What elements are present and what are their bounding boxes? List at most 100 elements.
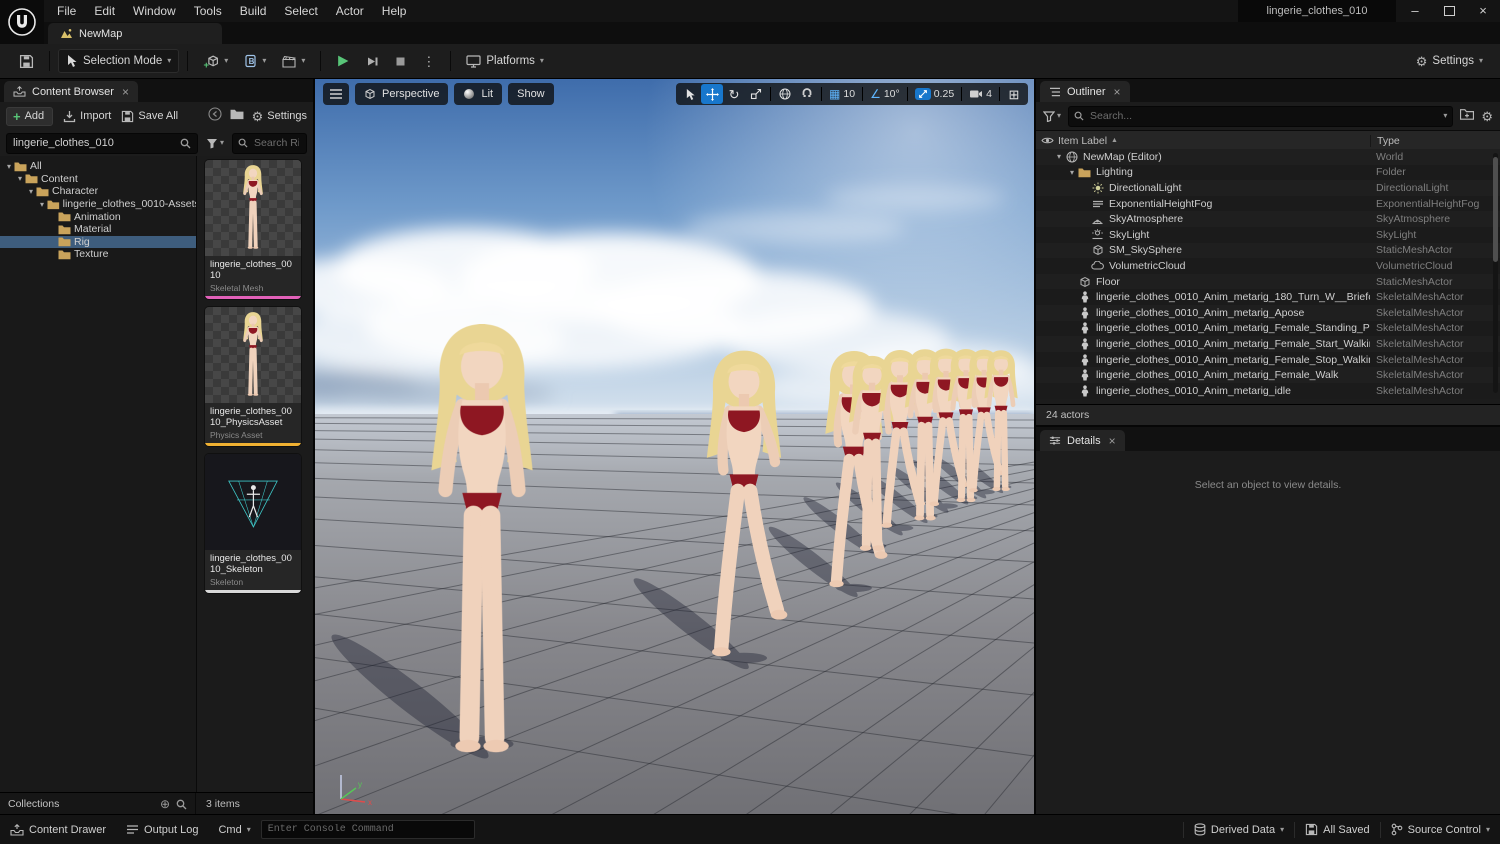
asset-search-box[interactable] <box>232 132 307 154</box>
unreal-logo[interactable] <box>0 0 44 44</box>
rotation-snap-control[interactable]: ∠ 10° <box>866 88 904 100</box>
camera-speed-control[interactable]: 4 <box>965 88 996 100</box>
asset-card-lingerie-clothes-0010[interactable]: lingerie_clothes_0010 Skeletal Mesh <box>205 160 301 299</box>
derived-data-button[interactable]: Derived Data ▾ <box>1184 815 1294 844</box>
tree-item-character[interactable]: ▾ Character <box>0 185 196 198</box>
content-drawer-button[interactable]: Content Drawer <box>0 815 116 844</box>
outliner-search-input[interactable] <box>1088 109 1440 123</box>
source-control-button[interactable]: Source Control ▾ <box>1381 815 1500 844</box>
outliner-scrollbar[interactable] <box>1493 153 1498 393</box>
save-all-button[interactable]: Save All <box>121 110 178 123</box>
viewport-options-menu[interactable] <box>323 83 349 105</box>
expanded-caret-icon[interactable]: ▾ <box>37 200 47 209</box>
history-back-button[interactable] <box>208 106 222 126</box>
perspective-dropdown[interactable]: Perspective <box>355 83 449 105</box>
outliner-settings-button[interactable]: ⚙ <box>1481 110 1493 123</box>
outliner-row-newmap-editor[interactable]: ▾ NewMap (Editor) World <box>1036 149 1500 165</box>
expanded-caret-icon[interactable]: ▾ <box>4 162 14 171</box>
tree-item-all[interactable]: ▾ All <box>0 160 196 173</box>
tree-item-rig[interactable]: Rig <box>0 235 196 249</box>
outliner-row-lingerie-clothes-0010-anim-metarig-femal[interactable]: lingerie_clothes_0010_Anim_metarig_Femal… <box>1036 351 1500 368</box>
save-button[interactable] <box>12 50 41 73</box>
selection-mode-dropdown[interactable]: Selection Mode ▾ <box>58 49 180 73</box>
cmd-dropdown[interactable]: Cmd ▾ <box>208 815 260 844</box>
play-button[interactable] <box>329 50 357 72</box>
minimize-button[interactable]: – <box>1398 0 1432 22</box>
console-command-input[interactable] <box>260 820 475 839</box>
import-button[interactable]: Import <box>63 110 111 123</box>
outliner-row-skyatmosphere[interactable]: SkyAtmosphere SkyAtmosphere <box>1036 211 1500 227</box>
menu-window[interactable]: Window <box>124 0 185 22</box>
outliner-row-volumetriccloud[interactable]: VolumetricCloud VolumetricCloud <box>1036 258 1500 274</box>
outliner-search-box[interactable]: ▾ <box>1068 105 1454 127</box>
blueprints-dropdown[interactable]: B ▾ <box>237 50 273 72</box>
skip-frame-button[interactable] <box>359 51 386 72</box>
tree-item-content[interactable]: ▾ Content <box>0 173 196 186</box>
maximize-button[interactable] <box>1432 0 1466 22</box>
expanded-caret-icon[interactable]: ▾ <box>1067 168 1077 177</box>
tree-item-material[interactable]: Material <box>0 223 196 236</box>
asset-search-input[interactable] <box>252 136 301 150</box>
expanded-caret-icon[interactable]: ▾ <box>1054 152 1064 161</box>
add-button[interactable]: + Add <box>6 106 54 126</box>
output-log-button[interactable]: Output Log <box>116 815 208 844</box>
menu-tools[interactable]: Tools <box>185 0 231 22</box>
scale-tool[interactable] <box>745 84 767 104</box>
outliner-row-lighting[interactable]: ▾ Lighting Folder <box>1036 164 1500 181</box>
add-collection-button[interactable]: ⊕ <box>160 797 170 811</box>
menu-actor[interactable]: Actor <box>327 0 373 22</box>
new-folder-button[interactable] <box>1460 107 1475 125</box>
close-icon[interactable]: × <box>1109 435 1116 447</box>
outliner-row-directionallight[interactable]: DirectionalLight DirectionalLight <box>1036 180 1500 196</box>
outliner-row-floor[interactable]: Floor StaticMeshActor <box>1036 273 1500 290</box>
outliner-row-exponentialheightfog[interactable]: ExponentialHeightFog ExponentialHeightFo… <box>1036 195 1500 212</box>
world-local-toggle[interactable] <box>774 84 796 104</box>
menu-file[interactable]: File <box>48 0 85 22</box>
select-tool[interactable] <box>679 84 701 104</box>
maximize-viewport-button[interactable]: ⊞ <box>1003 84 1025 104</box>
menu-help[interactable]: Help <box>373 0 416 22</box>
rotate-tool[interactable]: ↻ <box>723 84 745 104</box>
details-tab[interactable]: Details × <box>1040 430 1125 451</box>
outliner-row-skylight[interactable]: SkyLight SkyLight <box>1036 226 1500 243</box>
close-icon[interactable]: × <box>122 86 129 98</box>
outliner-row-lingerie-clothes-0010-anim-metarig-apose[interactable]: lingerie_clothes_0010_Anim_metarig_Apose… <box>1036 304 1500 321</box>
outliner-row-sm-skysphere[interactable]: SM_SkySphere StaticMeshActor <box>1036 242 1500 259</box>
visibility-column-header[interactable] <box>1036 136 1058 145</box>
close-icon[interactable]: × <box>1114 86 1121 98</box>
menu-select[interactable]: Select <box>275 0 326 22</box>
content-browser-settings-button[interactable]: ⚙ Settings <box>252 110 307 123</box>
add-actor-dropdown[interactable]: + ▾ <box>196 50 235 73</box>
type-column-header[interactable]: Type <box>1370 134 1500 147</box>
content-browser-tab[interactable]: Content Browser × <box>4 81 138 102</box>
grid-snap-control[interactable]: ▦ 10 <box>825 88 859 100</box>
asset-card-lingerie-clothes-0010-physicsasset[interactable]: lingerie_clothes_0010_PhysicsAsset Physi… <box>205 307 301 446</box>
tree-item-lingerie-clothes-0010-assets[interactable]: ▾ lingerie_clothes_0010-Assets <box>0 198 196 211</box>
show-dropdown[interactable]: Show <box>508 83 554 105</box>
menu-build[interactable]: Build <box>231 0 276 22</box>
move-tool[interactable] <box>701 84 724 104</box>
surface-snapping-toggle[interactable] <box>796 84 818 104</box>
outliner-row-lingerie-clothes-0010-anim-metarig-idle[interactable]: lingerie_clothes_0010_Anim_metarig_idle … <box>1036 382 1500 399</box>
expanded-caret-icon[interactable]: ▾ <box>26 187 36 196</box>
platforms-dropdown[interactable]: Platforms ▾ <box>459 51 551 72</box>
outliner-tab[interactable]: Outliner × <box>1040 81 1130 102</box>
path-breadcrumb[interactable]: lingerie_clothes_010 <box>6 132 198 154</box>
scale-snap-control[interactable]: 0.25 <box>911 88 958 100</box>
close-button[interactable]: × <box>1466 0 1500 22</box>
outliner-row-lingerie-clothes-0010-anim-metarig-femal[interactable]: lingerie_clothes_0010_Anim_metarig_Femal… <box>1036 336 1500 352</box>
browse-folder-button[interactable] <box>230 107 244 125</box>
tree-item-animation[interactable]: Animation <box>0 210 196 223</box>
item-label-column-header[interactable]: Item Label ▲ <box>1058 135 1370 147</box>
cinematics-dropdown[interactable]: ▾ <box>275 51 312 72</box>
outliner-row-lingerie-clothes-0010-anim-metarig-femal[interactable]: lingerie_clothes_0010_Anim_metarig_Femal… <box>1036 367 1500 383</box>
viewport[interactable]: Perspective Lit Show ↻ ▦ 10 ∠ 10° 0.25 4… <box>315 78 1034 815</box>
asset-card-lingerie-clothes-0010-skeleton[interactable]: lingerie_clothes_0010_Skeleton Skeleton <box>205 454 301 593</box>
search-icon[interactable] <box>176 799 187 810</box>
lit-dropdown[interactable]: Lit <box>454 83 503 105</box>
collections-bar[interactable]: Collections ⊕ <box>0 793 196 815</box>
outliner-filter-button[interactable]: ▾ <box>1043 110 1061 122</box>
level-tab-newmap[interactable]: NewMap <box>48 23 222 44</box>
filter-button[interactable]: ▾ <box>206 138 224 149</box>
settings-dropdown[interactable]: ⚙ Settings ▾ <box>1409 51 1490 72</box>
